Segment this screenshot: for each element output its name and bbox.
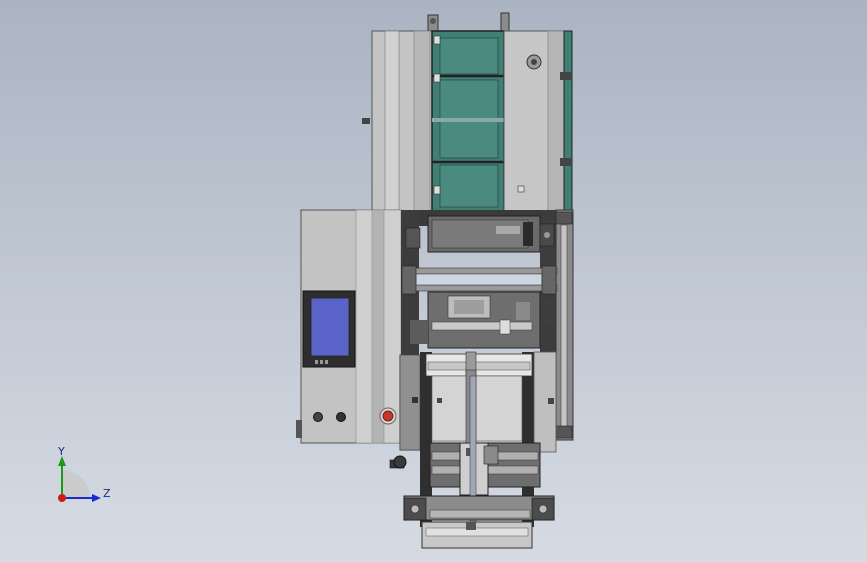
y-axis-label: Y bbox=[57, 445, 65, 458]
triad-shading bbox=[62, 470, 90, 498]
start-button[interactable] bbox=[313, 412, 323, 422]
stop-button[interactable] bbox=[336, 412, 346, 422]
cad-viewport[interactable]: Y Z bbox=[0, 0, 867, 562]
x-axis-origin bbox=[58, 494, 66, 502]
lower-feed-stage bbox=[389, 351, 557, 549]
z-axis-arrow bbox=[92, 494, 101, 502]
hmi-screen[interactable] bbox=[302, 290, 356, 368]
handwheel[interactable] bbox=[389, 455, 407, 469]
emergency-stop-button[interactable] bbox=[379, 407, 397, 425]
axis-triad: Y Z bbox=[57, 445, 111, 502]
z-axis-label: Z bbox=[103, 487, 111, 500]
upper-enclosure bbox=[362, 12, 573, 212]
